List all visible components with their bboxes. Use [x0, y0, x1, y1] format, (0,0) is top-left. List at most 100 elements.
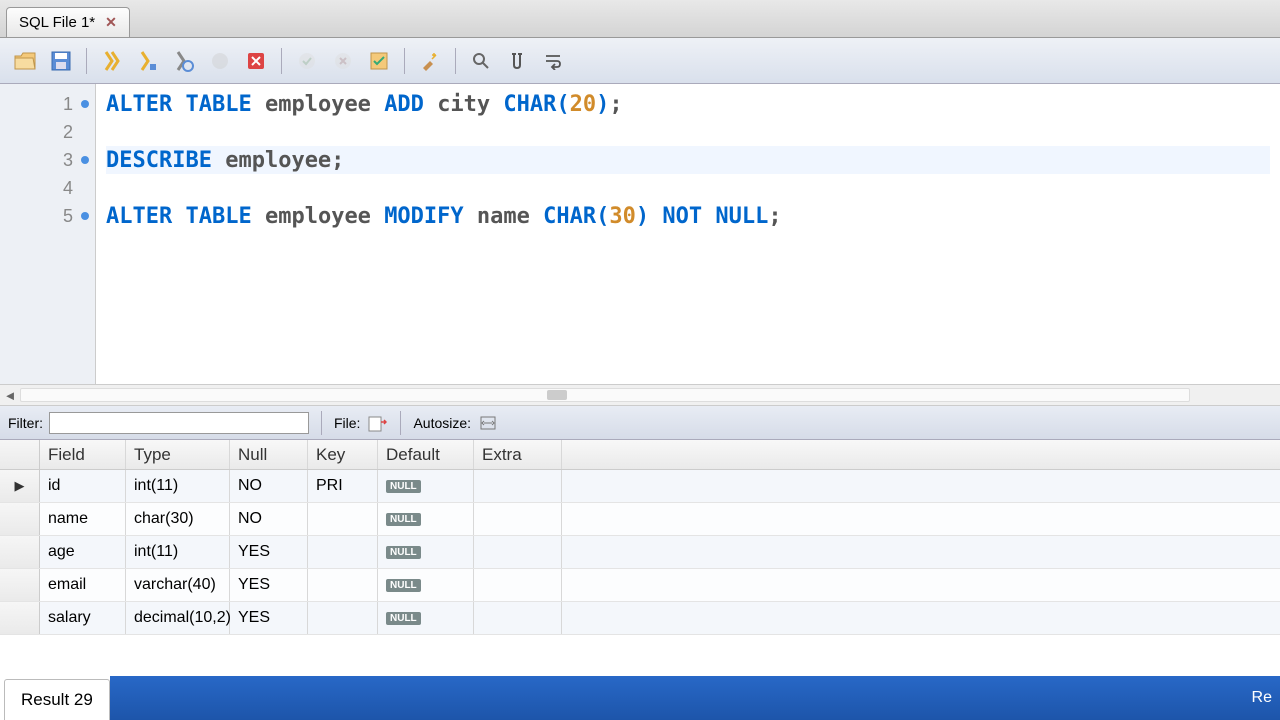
explain-button[interactable] [169, 46, 199, 76]
null-badge: NULL [386, 579, 421, 592]
grid-cell[interactable]: id [40, 470, 126, 502]
result-tab[interactable]: Result 29 [4, 679, 110, 720]
beautify-button[interactable] [415, 46, 445, 76]
code-area[interactable]: ALTER TABLE employee ADD city CHAR(20); D… [96, 84, 1280, 384]
line-number: 3 [0, 146, 95, 174]
tab-bar: SQL File 1* ✕ [0, 0, 1280, 38]
grid-cell[interactable] [308, 602, 378, 634]
null-badge: NULL [386, 513, 421, 526]
row-handle[interactable] [0, 503, 40, 535]
scroll-thumb[interactable] [547, 390, 567, 400]
code-line[interactable] [106, 118, 1270, 146]
grid-cell[interactable] [308, 569, 378, 601]
grid-cell[interactable]: NO [230, 503, 308, 535]
null-badge: NULL [386, 480, 421, 493]
grid-cell[interactable] [308, 503, 378, 535]
rollback-button[interactable] [328, 46, 358, 76]
grid-cell[interactable]: NULL [378, 536, 474, 568]
table-row[interactable]: ▶idint(11)NOPRI NULL [0, 470, 1280, 503]
column-header-extra[interactable]: Extra [474, 440, 562, 469]
grid-header: Field Type Null Key Default Extra [0, 440, 1280, 470]
invisible-chars-button[interactable] [502, 46, 532, 76]
grid-cell[interactable]: email [40, 569, 126, 601]
grid-cell[interactable] [474, 602, 562, 634]
line-gutter: 12345 [0, 84, 96, 384]
grid-cell[interactable]: YES [230, 536, 308, 568]
column-header-key[interactable]: Key [308, 440, 378, 469]
grid-cell[interactable] [474, 536, 562, 568]
code-line[interactable] [106, 174, 1270, 202]
column-header-default[interactable]: Default [378, 440, 474, 469]
statement-marker-icon [81, 156, 89, 164]
grid-cell[interactable]: char(30) [126, 503, 230, 535]
export-icon[interactable] [366, 413, 388, 433]
grid-cell[interactable]: NULL [378, 470, 474, 502]
filter-input[interactable] [49, 412, 309, 434]
separator [321, 411, 322, 435]
grid-cell[interactable] [308, 536, 378, 568]
table-row[interactable]: emailvarchar(40)YES NULL [0, 569, 1280, 602]
commit-button[interactable] [292, 46, 322, 76]
row-handle[interactable] [0, 602, 40, 634]
grid-cell[interactable]: PRI [308, 470, 378, 502]
grid-cell[interactable] [474, 470, 562, 502]
row-handle[interactable]: ▶ [0, 470, 40, 502]
column-header-null[interactable]: Null [230, 440, 308, 469]
line-number: 1 [0, 90, 95, 118]
close-icon[interactable]: ✕ [105, 14, 117, 31]
grid-cell[interactable]: YES [230, 602, 308, 634]
stop-all-button[interactable] [241, 46, 271, 76]
find-button[interactable] [466, 46, 496, 76]
execute-button[interactable] [97, 46, 127, 76]
file-tab-label: SQL File 1* [19, 14, 95, 31]
grid-cell[interactable]: NULL [378, 602, 474, 634]
autosize-icon[interactable] [477, 413, 499, 433]
code-line[interactable]: ALTER TABLE employee MODIFY name CHAR(30… [106, 202, 1270, 230]
column-header-type[interactable]: Type [126, 440, 230, 469]
scroll-track[interactable] [20, 388, 1190, 402]
open-file-button[interactable] [10, 46, 40, 76]
row-handle[interactable] [0, 536, 40, 568]
scroll-left-icon[interactable]: ◄ [0, 388, 20, 403]
table-row[interactable]: salarydecimal(10,2)YES NULL [0, 602, 1280, 635]
save-button[interactable] [46, 46, 76, 76]
sql-editor[interactable]: 12345 ALTER TABLE employee ADD city CHAR… [0, 84, 1280, 384]
separator [400, 411, 401, 435]
status-right-text: Re [1252, 689, 1272, 707]
grid-cell[interactable]: varchar(40) [126, 569, 230, 601]
grid-cell[interactable]: YES [230, 569, 308, 601]
grid-cell[interactable]: NO [230, 470, 308, 502]
column-header-field[interactable]: Field [40, 440, 126, 469]
table-row[interactable]: ageint(11)YES NULL [0, 536, 1280, 569]
file-tab[interactable]: SQL File 1* ✕ [6, 7, 130, 37]
statement-marker-icon [81, 212, 89, 220]
stop-button[interactable] [205, 46, 235, 76]
filter-label: Filter: [8, 415, 43, 431]
grid-cell[interactable]: decimal(10,2) [126, 602, 230, 634]
row-handle[interactable] [0, 569, 40, 601]
grid-cell[interactable]: age [40, 536, 126, 568]
grid-cell[interactable]: NULL [378, 569, 474, 601]
grid-cell[interactable]: salary [40, 602, 126, 634]
grid-cell[interactable]: NULL [378, 503, 474, 535]
table-row[interactable]: namechar(30)NO NULL [0, 503, 1280, 536]
code-line[interactable]: DESCRIBE employee; [106, 146, 1270, 174]
word-wrap-button[interactable] [538, 46, 568, 76]
null-badge: NULL [386, 612, 421, 625]
grid-cell[interactable]: name [40, 503, 126, 535]
line-number: 4 [0, 174, 95, 202]
null-badge: NULL [386, 546, 421, 559]
grid-cell[interactable] [474, 569, 562, 601]
code-line[interactable]: ALTER TABLE employee ADD city CHAR(20); [106, 90, 1270, 118]
grid-cell[interactable] [474, 503, 562, 535]
grid-cell[interactable]: int(11) [126, 536, 230, 568]
separator [281, 48, 282, 74]
statement-marker-icon [81, 100, 89, 108]
autocommit-button[interactable] [364, 46, 394, 76]
execute-step-button[interactable] [133, 46, 163, 76]
result-grid: Field Type Null Key Default Extra ▶idint… [0, 440, 1280, 635]
horizontal-scrollbar[interactable]: ◄ [0, 384, 1280, 406]
file-label: File: [334, 415, 360, 431]
grid-cell[interactable]: int(11) [126, 470, 230, 502]
separator [455, 48, 456, 74]
